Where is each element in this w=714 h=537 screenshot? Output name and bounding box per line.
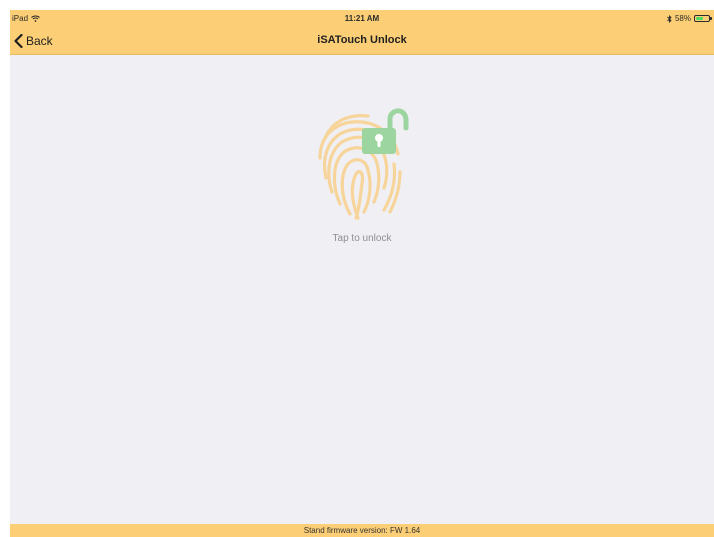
footer-bar: Stand firmware version: FW 1.64	[10, 524, 714, 537]
bluetooth-icon	[667, 14, 672, 23]
status-time: 11:21 AM	[344, 14, 380, 23]
status-bar: iPad 11:21 AM 58%	[10, 10, 714, 28]
unlock-button[interactable]	[312, 100, 412, 231]
navigation-bar: Back iSATouch Unlock	[10, 28, 714, 55]
status-right: 58%	[667, 14, 712, 23]
battery-percent: 58%	[674, 14, 691, 23]
firmware-version: Stand firmware version: FW 1.64	[303, 526, 421, 535]
fingerprint-unlock-icon	[318, 108, 409, 220]
battery-level	[696, 17, 703, 20]
tap-to-unlock-label: Tap to unlock	[332, 233, 392, 244]
app-screen: iPad 11:21 AM 58% Back iSATouch Unlock T…	[10, 10, 714, 537]
battery-icon	[694, 15, 712, 22]
page-title: iSATouch Unlock	[317, 34, 407, 46]
